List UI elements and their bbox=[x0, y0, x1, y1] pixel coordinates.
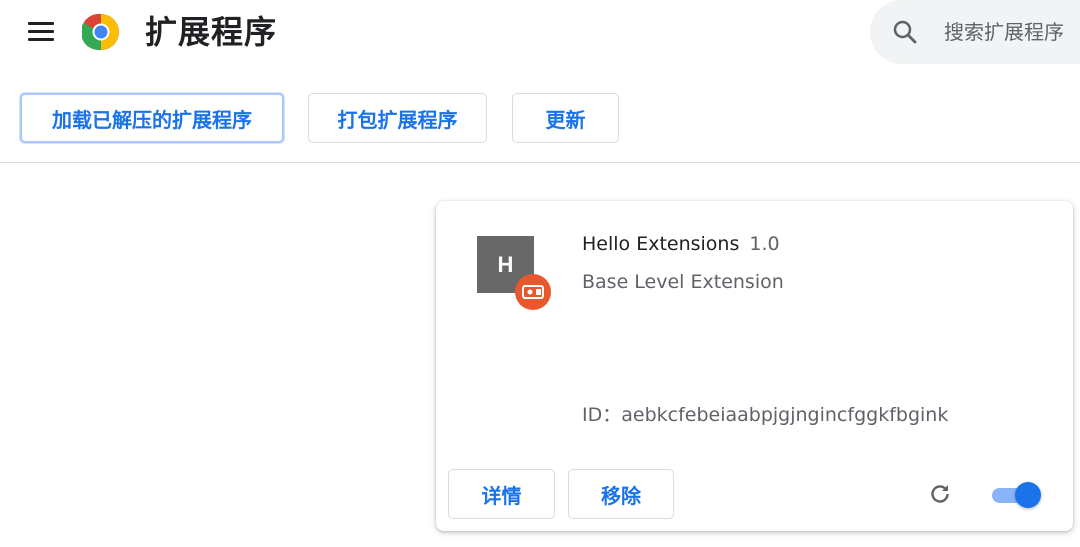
pack-extension-button[interactable]: 打包扩展程序 bbox=[308, 93, 487, 143]
developer-toolbar: 加载已解压的扩展程序 打包扩展程序 更新 bbox=[0, 64, 1080, 163]
extension-version: 1.0 bbox=[749, 233, 780, 255]
search-icon bbox=[893, 20, 917, 44]
update-button[interactable]: 更新 bbox=[512, 93, 619, 143]
extension-card: H Hello Extensions 1.0 Base Level Extensi… bbox=[436, 201, 1073, 531]
extension-description: Base Level Extension bbox=[582, 271, 784, 293]
page-title: 扩展程序 bbox=[145, 13, 278, 51]
search-placeholder: 搜索扩展程序 bbox=[944, 20, 1064, 44]
enable-toggle[interactable] bbox=[992, 482, 1042, 508]
load-unpacked-button[interactable]: 加载已解压的扩展程序 bbox=[20, 93, 284, 143]
remove-button[interactable]: 移除 bbox=[568, 469, 674, 519]
chrome-logo-icon bbox=[82, 13, 119, 51]
reload-icon[interactable] bbox=[928, 482, 952, 506]
search-field[interactable]: 搜索扩展程序 bbox=[870, 0, 1080, 64]
extension-name-line: Hello Extensions 1.0 bbox=[582, 231, 780, 257]
extension-name: Hello Extensions bbox=[582, 233, 740, 255]
toggle-knob bbox=[1015, 482, 1041, 508]
extension-id: ID：aebkcfebeiaabpjgjngincfggkfbgink bbox=[582, 404, 949, 426]
unpacked-badge-icon bbox=[515, 274, 551, 310]
details-button[interactable]: 详情 bbox=[448, 469, 555, 519]
top-bar: 扩展程序 搜索扩展程序 bbox=[0, 0, 1080, 64]
hamburger-menu-icon[interactable] bbox=[28, 22, 54, 42]
